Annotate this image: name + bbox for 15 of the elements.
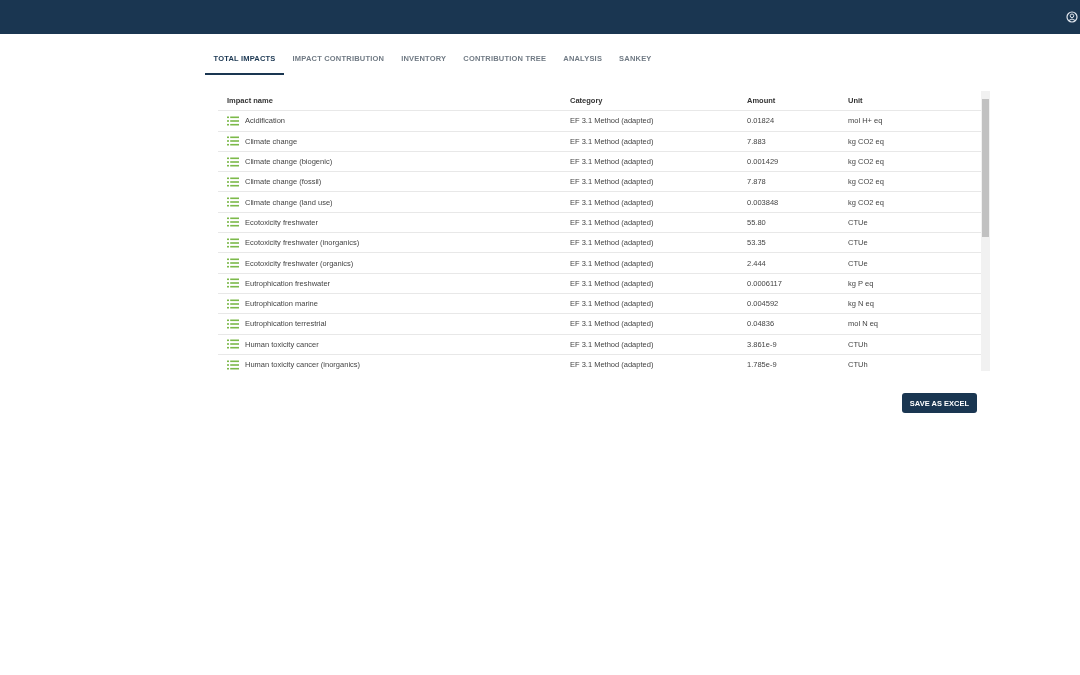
- list-icon[interactable]: [227, 339, 239, 350]
- list-icon[interactable]: [227, 359, 239, 370]
- account-icon[interactable]: [1066, 11, 1078, 23]
- list-icon[interactable]: [227, 176, 239, 187]
- list-icon[interactable]: [227, 258, 239, 268]
- list-icon[interactable]: [227, 278, 239, 289]
- list-icon[interactable]: [227, 217, 239, 228]
- list-icon[interactable]: [227, 136, 239, 147]
- list-icon[interactable]: [227, 156, 239, 167]
- list-icon[interactable]: [227, 298, 239, 309]
- list-icon[interactable]: [227, 197, 239, 208]
- list-icon[interactable]: [227, 237, 239, 248]
- list-icon[interactable]: [227, 318, 239, 329]
- list-icon[interactable]: [227, 115, 239, 126]
- scrollbar[interactable]: [981, 91, 990, 371]
